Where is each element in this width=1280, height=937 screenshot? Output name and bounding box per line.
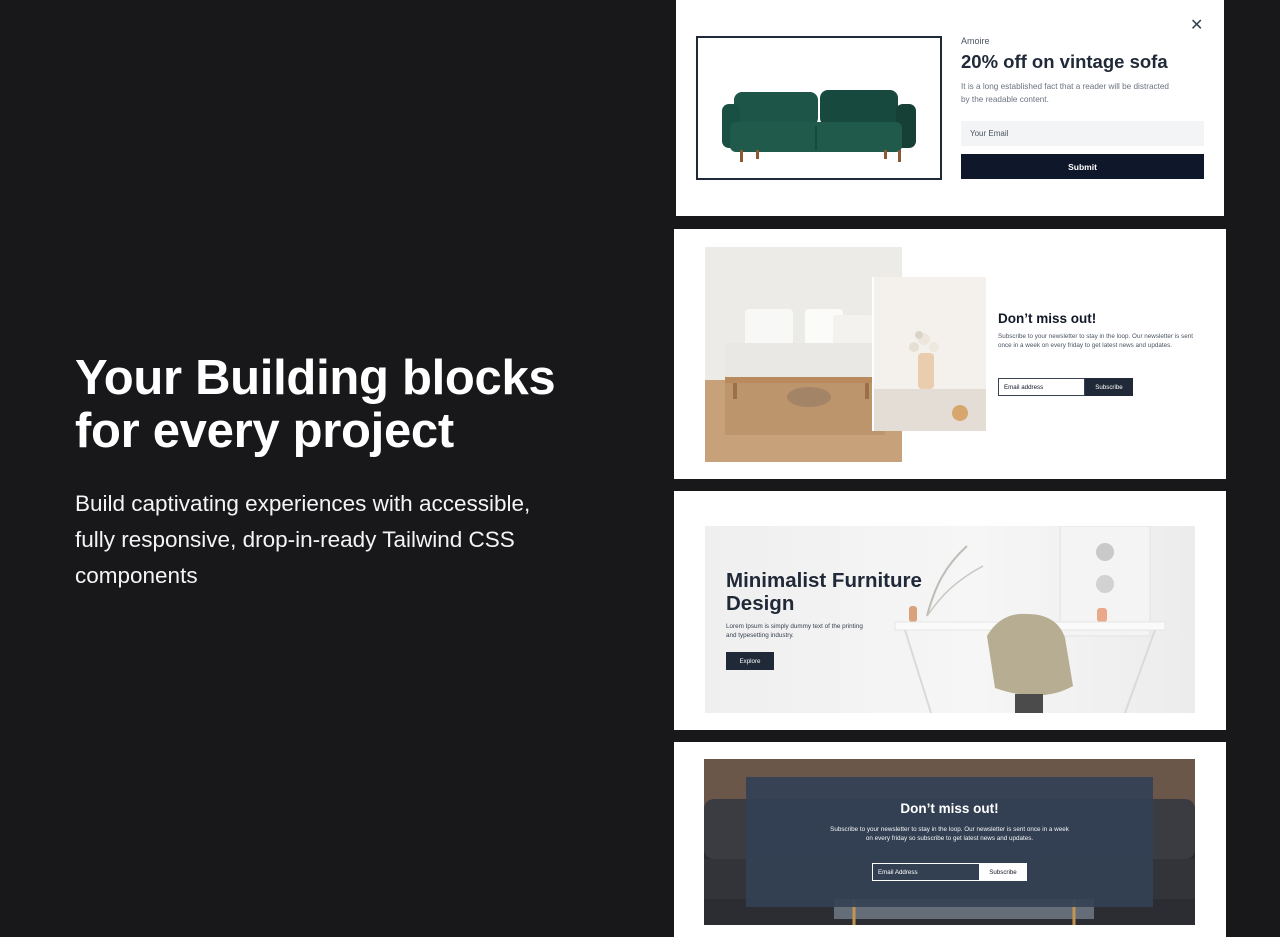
newsletter-split-card: Don’t miss out! Subscribe to your newsle… <box>674 229 1226 479</box>
newsletter-overlay: Don’t miss out! Subscribe to your newsle… <box>746 777 1153 907</box>
subscribe-button[interactable]: Subscribe <box>979 863 1027 881</box>
newsletter-title: Don’t miss out! <box>900 801 999 816</box>
banner-title: Minimalist Furniture Design <box>726 569 922 615</box>
hero-subtitle: Build captivating experiences with acces… <box>75 491 531 588</box>
hero-section: Your Building blocks for every project B… <box>75 352 575 594</box>
close-icon[interactable]: ✕ <box>1190 18 1203 34</box>
hero-title-line2: for every project <box>75 404 454 458</box>
sofa-image <box>696 36 942 180</box>
newsletter-description: Subscribe to your newsletter to stay in … <box>998 333 1193 349</box>
subscribe-button[interactable]: Subscribe <box>1085 378 1133 396</box>
vase-image <box>872 277 986 431</box>
hero-title: Your Building blocks for every project <box>75 352 575 458</box>
newsletter-description: Subscribe to your newsletter to stay in … <box>830 826 1069 842</box>
promo-description: It is a long established fact that a rea… <box>961 82 1169 104</box>
brand-name: Amoire <box>961 36 990 46</box>
dark-sofa-image: Don’t miss out! Subscribe to your newsle… <box>704 759 1195 925</box>
furniture-banner-card: Minimalist Furniture Design Lorem Ipsum … <box>674 491 1226 730</box>
email-input[interactable] <box>998 378 1085 396</box>
banner-image: Minimalist Furniture Design Lorem Ipsum … <box>705 526 1195 713</box>
banner-description: Lorem Ipsum is simply dummy text of the … <box>726 623 863 639</box>
promo-title: 20% off on vintage sofa <box>961 51 1168 72</box>
submit-button[interactable]: Submit <box>961 154 1204 179</box>
newsletter-overlay-card: Don’t miss out! Subscribe to your newsle… <box>674 742 1226 937</box>
promo-modal-card: ✕ Amoire 20% off on vintage sofa It is a… <box>676 0 1224 216</box>
email-input[interactable] <box>961 121 1204 146</box>
explore-button[interactable]: Explore <box>726 652 774 670</box>
hero-title-line1: Your Building blocks <box>75 351 556 405</box>
newsletter-title: Don’t miss out! <box>998 311 1097 326</box>
email-input[interactable] <box>872 863 980 881</box>
